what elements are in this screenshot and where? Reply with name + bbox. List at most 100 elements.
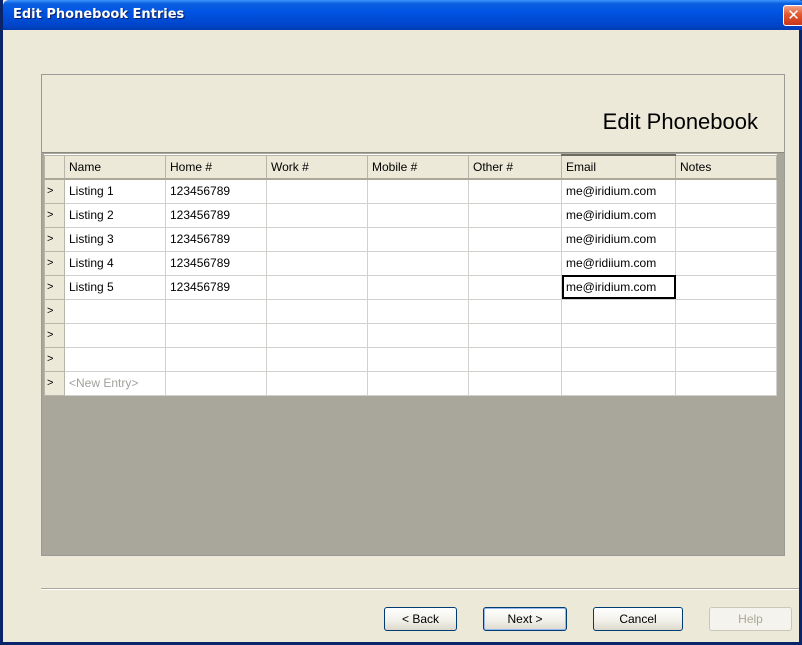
cell-work[interactable] bbox=[266, 250, 368, 276]
title-bar[interactable]: Edit Phonebook Entries ✕ bbox=[3, 0, 802, 30]
help-button: Help bbox=[709, 607, 792, 631]
cell-other[interactable] bbox=[468, 178, 562, 204]
table-row[interactable]: > Listing 2 123456789 me@iridium.com bbox=[44, 202, 777, 228]
cell-name[interactable]: Listing 3 bbox=[64, 226, 166, 252]
close-icon[interactable]: ✕ bbox=[783, 5, 802, 26]
row-selector[interactable]: > bbox=[44, 226, 65, 252]
cell-home[interactable] bbox=[165, 346, 267, 372]
cell-email[interactable]: me@iridium.com bbox=[561, 274, 676, 300]
cell-work[interactable] bbox=[266, 178, 368, 204]
cell-notes[interactable] bbox=[675, 346, 777, 372]
row-selector[interactable]: > bbox=[44, 322, 65, 348]
button-separator bbox=[41, 588, 799, 590]
cell-name[interactable]: Listing 4 bbox=[64, 250, 166, 276]
dialog-window: Edit Phonebook Entries ✕ Edit Phonebook … bbox=[0, 0, 802, 645]
cell-mobile[interactable] bbox=[367, 370, 469, 396]
cell-mobile[interactable] bbox=[367, 226, 469, 252]
cell-other[interactable] bbox=[468, 250, 562, 276]
cell-home[interactable] bbox=[165, 322, 267, 348]
cell-notes[interactable] bbox=[675, 250, 777, 276]
cell-name[interactable]: <New Entry> bbox=[64, 370, 166, 396]
column-header-other[interactable]: Other # bbox=[468, 154, 562, 180]
table-row[interactable]: > Listing 1 123456789 me@iridium.com bbox=[44, 178, 777, 204]
row-selector[interactable]: > bbox=[44, 250, 65, 276]
table-row[interactable]: > Listing 3 123456789 me@iridium.com bbox=[44, 226, 777, 252]
cell-other[interactable] bbox=[468, 370, 562, 396]
cell-notes[interactable] bbox=[675, 202, 777, 228]
cell-other[interactable] bbox=[468, 298, 562, 324]
table-row[interactable]: > Listing 4 123456789 me@ridiium.com bbox=[44, 250, 777, 276]
cell-mobile[interactable] bbox=[367, 346, 469, 372]
cancel-button[interactable]: Cancel bbox=[593, 607, 683, 631]
column-header-home[interactable]: Home # bbox=[165, 154, 267, 180]
column-header-work[interactable]: Work # bbox=[266, 154, 368, 180]
cell-home[interactable]: 123456789 bbox=[165, 274, 267, 300]
grid-corner-header bbox=[44, 154, 65, 180]
cell-mobile[interactable] bbox=[367, 322, 469, 348]
page-title: Edit Phonebook bbox=[602, 109, 758, 134]
cell-work[interactable] bbox=[266, 226, 368, 252]
cell-other[interactable] bbox=[468, 322, 562, 348]
cell-name[interactable] bbox=[64, 298, 166, 324]
row-selector[interactable]: > bbox=[44, 298, 65, 324]
cell-work[interactable] bbox=[266, 322, 368, 348]
cell-name[interactable]: Listing 5 bbox=[64, 274, 166, 300]
cell-email[interactable]: me@ridiium.com bbox=[561, 250, 676, 276]
row-selector[interactable]: > bbox=[44, 274, 65, 300]
column-header-notes[interactable]: Notes bbox=[675, 154, 777, 180]
phonebook-panel: Edit Phonebook Name Home # Work # Mobile… bbox=[41, 74, 785, 556]
column-header-mobile[interactable]: Mobile # bbox=[367, 154, 469, 180]
row-selector[interactable]: > bbox=[44, 178, 65, 204]
cell-work[interactable] bbox=[266, 274, 368, 300]
cell-work[interactable] bbox=[266, 202, 368, 228]
cell-name[interactable]: Listing 2 bbox=[64, 202, 166, 228]
cell-work[interactable] bbox=[266, 370, 368, 396]
cell-other[interactable] bbox=[468, 226, 562, 252]
cell-name[interactable] bbox=[64, 322, 166, 348]
cell-notes[interactable] bbox=[675, 274, 777, 300]
cell-mobile[interactable] bbox=[367, 250, 469, 276]
next-button[interactable]: Next > bbox=[483, 607, 567, 631]
table-row[interactable]: > Listing 5 123456789 me@iridium.com bbox=[44, 274, 777, 300]
back-button[interactable]: < Back bbox=[384, 607, 457, 631]
cell-notes[interactable] bbox=[675, 298, 777, 324]
cell-mobile[interactable] bbox=[367, 298, 469, 324]
row-selector[interactable]: > bbox=[44, 202, 65, 228]
phonebook-grid: Name Home # Work # Mobile # Other # Emai… bbox=[44, 154, 777, 396]
cell-notes[interactable] bbox=[675, 178, 777, 204]
cell-home[interactable] bbox=[165, 370, 267, 396]
row-selector[interactable]: > bbox=[44, 370, 65, 396]
cell-other[interactable] bbox=[468, 202, 562, 228]
new-entry-row[interactable]: > <New Entry> bbox=[44, 370, 777, 396]
cell-other[interactable] bbox=[468, 346, 562, 372]
cell-home[interactable] bbox=[165, 298, 267, 324]
cell-home[interactable]: 123456789 bbox=[165, 226, 267, 252]
column-header-email[interactable]: Email bbox=[561, 154, 676, 180]
table-row[interactable]: > bbox=[44, 322, 777, 348]
cell-mobile[interactable] bbox=[367, 178, 469, 204]
cell-email[interactable]: me@iridium.com bbox=[561, 226, 676, 252]
cell-notes[interactable] bbox=[675, 226, 777, 252]
cell-mobile[interactable] bbox=[367, 202, 469, 228]
cell-home[interactable]: 123456789 bbox=[165, 202, 267, 228]
table-row[interactable]: > bbox=[44, 346, 777, 372]
cell-email[interactable]: me@iridium.com bbox=[561, 202, 676, 228]
column-header-name[interactable]: Name bbox=[64, 154, 166, 180]
cell-mobile[interactable] bbox=[367, 274, 469, 300]
cell-email[interactable]: me@iridium.com bbox=[561, 178, 676, 204]
cell-work[interactable] bbox=[266, 298, 368, 324]
cell-name[interactable]: Listing 1 bbox=[64, 178, 166, 204]
cell-email[interactable] bbox=[561, 298, 676, 324]
cell-work[interactable] bbox=[266, 346, 368, 372]
cell-email[interactable] bbox=[561, 346, 676, 372]
cell-notes[interactable] bbox=[675, 322, 777, 348]
cell-name[interactable] bbox=[64, 346, 166, 372]
cell-home[interactable]: 123456789 bbox=[165, 250, 267, 276]
row-selector[interactable]: > bbox=[44, 346, 65, 372]
cell-home[interactable]: 123456789 bbox=[165, 178, 267, 204]
cell-email[interactable] bbox=[561, 322, 676, 348]
cell-other[interactable] bbox=[468, 274, 562, 300]
table-row[interactable]: > bbox=[44, 298, 777, 324]
cell-notes[interactable] bbox=[675, 370, 777, 396]
cell-email[interactable] bbox=[561, 370, 676, 396]
